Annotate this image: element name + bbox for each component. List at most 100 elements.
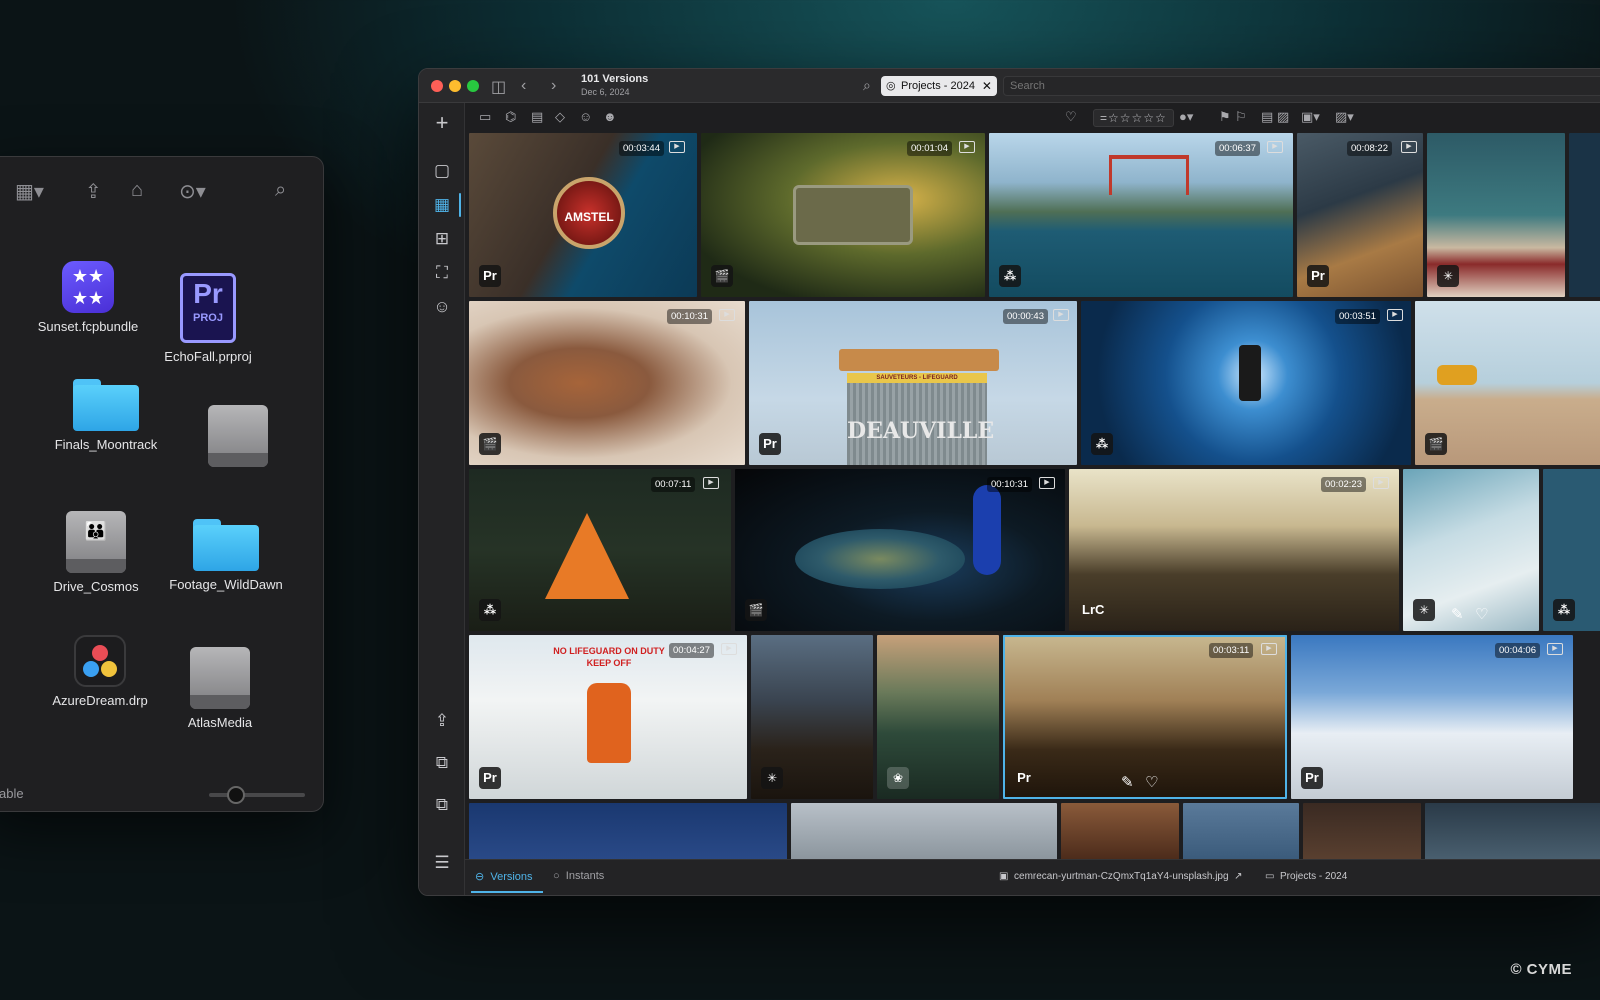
tag-icon[interactable]: ⌂ bbox=[131, 179, 143, 202]
media-tile[interactable]: 00:08:22 ▶ Pr bbox=[1297, 133, 1423, 297]
media-tile-selected[interactable]: 00:03:11 ▶ Pr ✎ ♡ bbox=[1003, 635, 1287, 799]
people-icon[interactable]: ☺ bbox=[430, 295, 454, 319]
media-tile[interactable] bbox=[1061, 803, 1179, 861]
media-tile[interactable]: ✳ bbox=[1427, 133, 1565, 297]
menu-icon[interactable]: ☰ bbox=[430, 851, 454, 875]
current-project-label[interactable]: ▭ Projects - 2024 bbox=[1265, 871, 1347, 882]
import-icon[interactable]: ⊞ bbox=[430, 227, 454, 251]
color-label-icon[interactable]: ●▾ bbox=[1179, 109, 1193, 125]
premiere-badge: Pr bbox=[1017, 770, 1031, 785]
media-tile[interactable]: 00:07:11 ▶ ⁂ bbox=[469, 469, 731, 631]
rating-filter[interactable]: =☆☆☆☆☆ bbox=[1093, 109, 1174, 127]
finder-item-footage[interactable]: Footage_WildDawn bbox=[161, 519, 291, 592]
media-tile[interactable] bbox=[1569, 133, 1600, 297]
finder-status-text: able bbox=[0, 786, 24, 801]
zoom-window-button[interactable] bbox=[467, 80, 479, 92]
calendar-icon[interactable]: ▤ bbox=[531, 109, 543, 125]
media-tile[interactable]: ✳ ✎ ♡ bbox=[1403, 469, 1539, 631]
heart-icon[interactable]: ♡ bbox=[1145, 773, 1158, 791]
hierarchy-icon[interactable]: ⌬ bbox=[505, 109, 516, 125]
bridge-shape bbox=[1109, 155, 1189, 195]
finder-item-drive[interactable] bbox=[173, 405, 303, 467]
image-type-icon[interactable]: ▨▾ bbox=[1335, 109, 1354, 125]
media-tile[interactable]: NO LIFEGUARD ON DUTY KEEP OFF 00:04:27 ▶ … bbox=[469, 635, 747, 799]
media-tile[interactable] bbox=[1425, 803, 1600, 861]
media-tile[interactable]: AMSTEL 00:03:44 ▶ Pr bbox=[469, 133, 697, 297]
media-tile[interactable] bbox=[469, 803, 787, 861]
search-token[interactable]: ◎ Projects - 2024 ✕ bbox=[881, 76, 997, 96]
finder-item-sunset[interactable]: ★★ ★★ Sunset.fcpbundle bbox=[23, 261, 153, 334]
reveal-icon[interactable]: ↗ bbox=[1234, 871, 1242, 882]
close-icon[interactable]: ✕ bbox=[982, 76, 992, 96]
edit-icon[interactable]: ✎ bbox=[1121, 773, 1134, 791]
current-file-label[interactable]: ▣ cemrecan-yurtman-CzQmxTq1aY4-unsplash.… bbox=[999, 871, 1243, 882]
media-tile[interactable] bbox=[791, 803, 1057, 861]
finder-item-drive-cosmos[interactable]: 👪 Drive_Cosmos bbox=[31, 511, 161, 594]
tag-icon[interactable]: ◇ bbox=[555, 109, 565, 125]
premiere-badge: Pr bbox=[1301, 767, 1323, 789]
no-metadata-icon[interactable]: ▨ bbox=[1277, 109, 1289, 125]
edit-icon[interactable]: ✎ bbox=[1451, 605, 1464, 623]
media-tile[interactable]: 00:06:37 ▶ ⁂ bbox=[989, 133, 1293, 297]
image-file-icon: ▣ bbox=[999, 871, 1009, 882]
media-tile[interactable]: ✳ bbox=[751, 635, 873, 799]
folder-icon[interactable]: ▭ bbox=[479, 109, 491, 125]
grid-view-icon[interactable]: ▦ bbox=[430, 193, 454, 217]
lifeguard-strip: SAUVETEURS - LIFEGUARD bbox=[847, 373, 987, 383]
photos-add-icon[interactable]: ⧉ bbox=[430, 793, 454, 817]
flag-icon[interactable]: ⚑ bbox=[1219, 109, 1231, 125]
media-tile[interactable]: ❀ bbox=[877, 635, 999, 799]
media-tile[interactable]: 00:04:06 ▶ Pr bbox=[1291, 635, 1573, 799]
finder-item-finals[interactable]: Finals_Moontrack bbox=[41, 379, 171, 452]
search-input[interactable] bbox=[1003, 76, 1600, 96]
media-tile[interactable]: 00:03:51 ▶ ⁂ bbox=[1081, 301, 1411, 465]
watermark: © CYME bbox=[1510, 961, 1572, 978]
media-tile[interactable]: 00:10:31 ▶ 🎬 bbox=[469, 301, 745, 465]
media-tile[interactable]: 00:02:23 ▶ LrC bbox=[1069, 469, 1399, 631]
slider-knob[interactable] bbox=[227, 786, 245, 804]
heart-icon[interactable]: ♡ bbox=[1475, 605, 1488, 623]
icon-size-slider[interactable] bbox=[209, 786, 305, 804]
person-icon[interactable]: ☺ bbox=[579, 109, 592, 124]
media-tile[interactable]: 00:10:31 ▶ 🎬 bbox=[735, 469, 1065, 631]
premiere-badge: Pr bbox=[1307, 265, 1329, 287]
duration-label: 00:02:23 bbox=[1321, 477, 1366, 492]
more-icon[interactable]: ⊙▾ bbox=[179, 179, 206, 204]
photos-link-icon[interactable]: ⧉ bbox=[430, 751, 454, 775]
media-tile[interactable]: ⁂ bbox=[1543, 469, 1600, 631]
premiere-badge: Pr bbox=[759, 433, 781, 455]
media-type-icon[interactable]: ▣▾ bbox=[1301, 109, 1320, 125]
duration-label: 00:03:51 bbox=[1335, 309, 1380, 324]
duration-label: 00:00:43 bbox=[1003, 309, 1048, 324]
single-view-icon[interactable]: ▢ bbox=[430, 159, 454, 183]
add-icon[interactable]: + bbox=[430, 111, 454, 135]
media-tile[interactable] bbox=[1183, 803, 1299, 861]
clapper-badge: 🎬 bbox=[711, 265, 733, 287]
finder-item-azuredream[interactable]: AzureDream.drp bbox=[35, 635, 165, 708]
media-tile[interactable]: 🎬 bbox=[1415, 301, 1600, 465]
tower-roof bbox=[839, 349, 999, 371]
media-tile[interactable] bbox=[1303, 803, 1421, 861]
search-icon[interactable]: ⌕ bbox=[275, 179, 286, 202]
view-grid-icon[interactable]: ▦▾ bbox=[15, 179, 44, 204]
close-window-button[interactable] bbox=[431, 80, 443, 92]
share-icon[interactable]: ⇪ bbox=[430, 709, 454, 733]
duration-label: 00:08:22 bbox=[1347, 141, 1392, 156]
share-icon[interactable]: ⇪ bbox=[85, 179, 102, 204]
minimize-window-button[interactable] bbox=[449, 80, 461, 92]
tab-instants[interactable]: ○ Instants bbox=[553, 870, 604, 882]
faces-icon[interactable]: ☻ bbox=[603, 109, 617, 124]
premiere-badge: Pr bbox=[479, 767, 501, 789]
media-tile[interactable]: SAUVETEURS - LIFEGUARD DEAUVILLE 00:00:4… bbox=[749, 301, 1077, 465]
metadata-icon[interactable]: ▤ bbox=[1261, 109, 1273, 125]
heart-filter-icon[interactable]: ♡ bbox=[1065, 109, 1077, 125]
finder-item-echofall[interactable]: Pr PROJ EchoFall.prproj bbox=[143, 273, 273, 364]
sidebar-toggle-icon[interactable]: ◫ bbox=[491, 77, 506, 97]
unflag-icon[interactable]: ⚐ bbox=[1235, 109, 1247, 125]
map-icon[interactable]: ⛶ bbox=[430, 261, 454, 285]
media-tile[interactable]: 00:01:04 ▶ 🎬 bbox=[701, 133, 985, 297]
finder-item-atlasmedia[interactable]: AtlasMedia bbox=[155, 647, 285, 730]
forward-icon[interactable]: › bbox=[551, 77, 556, 95]
tab-versions[interactable]: ⊖ Versions bbox=[475, 870, 533, 883]
back-icon[interactable]: ‹ bbox=[521, 77, 526, 95]
